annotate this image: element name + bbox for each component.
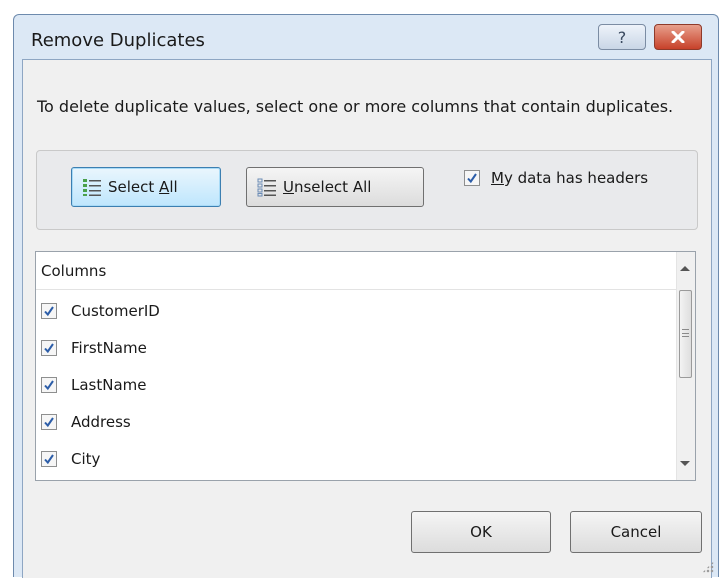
column-label: City (71, 449, 101, 468)
vertical-scrollbar[interactable] (676, 252, 695, 480)
scroll-up-arrow-icon[interactable] (680, 266, 690, 271)
my-data-has-headers-checkbox[interactable]: My data has headers (464, 169, 648, 187)
list-item-address[interactable]: Address (41, 403, 131, 440)
scroll-grip-icon (682, 329, 689, 337)
column-checkbox[interactable] (41, 339, 57, 356)
check-mark-icon (44, 305, 54, 316)
cancel-button[interactable]: Cancel (570, 511, 702, 553)
remove-duplicates-dialog: Remove Duplicates ? To delete duplicate … (13, 14, 719, 578)
column-label: Address (71, 412, 131, 431)
help-button[interactable]: ? (598, 24, 646, 50)
close-icon (671, 31, 685, 43)
dialog-title: Remove Duplicates (31, 30, 205, 51)
column-label: FirstName (71, 338, 147, 357)
instruction-text: To delete duplicate values, select one o… (37, 97, 674, 116)
unselect-all-button[interactable]: Unselect All (246, 167, 424, 207)
scroll-thumb[interactable] (679, 290, 692, 378)
list-item-firstname[interactable]: FirstName (41, 329, 147, 366)
check-mark-icon (467, 173, 477, 184)
list-item-customerid[interactable]: CustomerID (41, 292, 160, 329)
column-checkbox[interactable] (41, 302, 57, 319)
list-item-city[interactable]: City (41, 440, 100, 477)
check-mark-icon (44, 453, 54, 464)
columns-list-header: Columns (36, 252, 676, 290)
close-button[interactable] (654, 24, 702, 50)
scroll-down-arrow-icon[interactable] (680, 461, 690, 466)
ok-label: OK (470, 523, 492, 541)
column-checkbox[interactable] (41, 376, 57, 393)
headers-checkbox-label: My data has headers (491, 169, 649, 187)
select-all-icon (82, 177, 102, 197)
headers-check-box[interactable] (464, 170, 480, 186)
check-mark-icon (44, 342, 54, 353)
column-checkbox[interactable] (41, 413, 57, 430)
columns-listbox[interactable]: Columns CustomerID FirstName LastName Ad… (35, 251, 696, 481)
check-mark-icon (44, 379, 54, 390)
column-label: CustomerID (71, 301, 160, 320)
column-label: LastName (71, 375, 147, 394)
cancel-label: Cancel (610, 523, 662, 541)
unselect-all-label: Unselect All (283, 178, 372, 196)
column-checkbox[interactable] (41, 450, 57, 467)
unselect-all-icon (257, 177, 277, 197)
select-all-button[interactable]: Select All (71, 167, 221, 207)
check-mark-icon (44, 416, 54, 427)
help-icon: ? (617, 27, 627, 47)
ok-button[interactable]: OK (411, 511, 551, 553)
select-all-label: Select All (108, 178, 178, 196)
list-item-lastname[interactable]: LastName (41, 366, 147, 403)
selection-toolbar: Select All Unselect All My data has head… (36, 150, 698, 230)
